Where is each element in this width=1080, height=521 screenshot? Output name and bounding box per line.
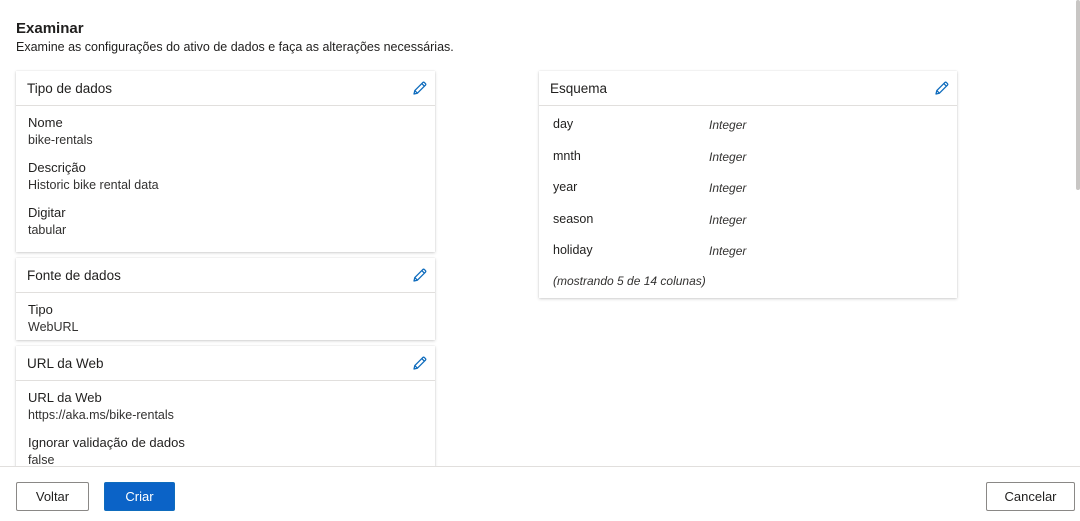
- field-skip-validation: Ignorar validação de dados false: [28, 434, 423, 466]
- field-label: Digitar: [28, 205, 66, 220]
- field-web-url: URL da Web https://aka.ms/bike-rentals: [28, 389, 423, 424]
- field-type: Digitar tabular: [28, 204, 423, 239]
- data-source-card: Fonte de dados Tipo WebURL: [16, 258, 435, 340]
- cancel-button[interactable]: Cancelar: [986, 482, 1075, 511]
- schema-column-type: Integer: [709, 150, 747, 164]
- field-description: Descrição Historic bike rental data: [28, 159, 423, 194]
- field-label: Ignorar validação de dados: [28, 435, 185, 450]
- review-content: Examinar Examine as configurações do ati…: [0, 0, 1080, 466]
- schema-list: day Integer mnth Integer year Integer se…: [539, 106, 957, 296]
- vertical-scrollbar[interactable]: [1076, 0, 1080, 190]
- schema-card-title: Esquema: [550, 80, 608, 96]
- field-label: URL da Web: [28, 390, 102, 405]
- pencil-icon[interactable]: [933, 79, 951, 97]
- field-value: bike-rentals: [28, 133, 93, 147]
- field-label: Tipo: [28, 302, 53, 317]
- data-type-card-header: Tipo de dados: [16, 71, 435, 106]
- schema-column-type: Integer: [709, 181, 747, 195]
- schema-column-name: season: [553, 212, 594, 226]
- field-value: WebURL: [28, 320, 79, 334]
- footer: Voltar Criar Cancelar: [0, 466, 1080, 521]
- create-button[interactable]: Criar: [104, 482, 175, 511]
- schema-column-name: holiday: [553, 243, 593, 257]
- field-value: false: [28, 453, 55, 466]
- data-type-card-title: Tipo de dados: [27, 80, 113, 96]
- pencil-icon[interactable]: [411, 266, 429, 284]
- schema-column-type: Integer: [709, 213, 747, 227]
- schema-column-name: mnth: [553, 149, 581, 163]
- web-url-card-header: URL da Web: [16, 346, 435, 381]
- field-source-type: Tipo WebURL: [28, 301, 423, 336]
- field-value: Historic bike rental data: [28, 178, 159, 192]
- pencil-icon[interactable]: [411, 354, 429, 372]
- schema-column-type: Integer: [709, 244, 747, 258]
- pencil-icon[interactable]: [411, 79, 429, 97]
- schema-card-header: Esquema: [539, 71, 957, 106]
- page-subtitle: Examine as configurações do ativo de dad…: [16, 40, 454, 54]
- web-url-card-title: URL da Web: [27, 355, 104, 371]
- field-label: Descrição: [28, 160, 86, 175]
- data-source-card-title: Fonte de dados: [27, 267, 121, 283]
- field-name: Nome bike-rentals: [28, 114, 423, 149]
- data-type-card: Tipo de dados Nome bike-rentals Descriçã…: [16, 71, 435, 252]
- field-value: tabular: [28, 223, 67, 237]
- schema-column-name: year: [553, 180, 578, 194]
- data-source-card-header: Fonte de dados: [16, 258, 435, 293]
- web-url-card: URL da Web URL da Web https://aka.ms/bik…: [16, 346, 435, 466]
- schema-column-type: Integer: [709, 118, 747, 132]
- page-title: Examinar: [16, 20, 84, 37]
- schema-columns-note: (mostrando 5 de 14 colunas): [553, 274, 706, 288]
- field-label: Nome: [28, 115, 63, 130]
- field-value: https://aka.ms/bike-rentals: [28, 408, 174, 422]
- back-button[interactable]: Voltar: [16, 482, 89, 511]
- schema-card: Esquema day Integer mnth Integer year In…: [539, 71, 957, 298]
- schema-column-name: day: [553, 117, 574, 131]
